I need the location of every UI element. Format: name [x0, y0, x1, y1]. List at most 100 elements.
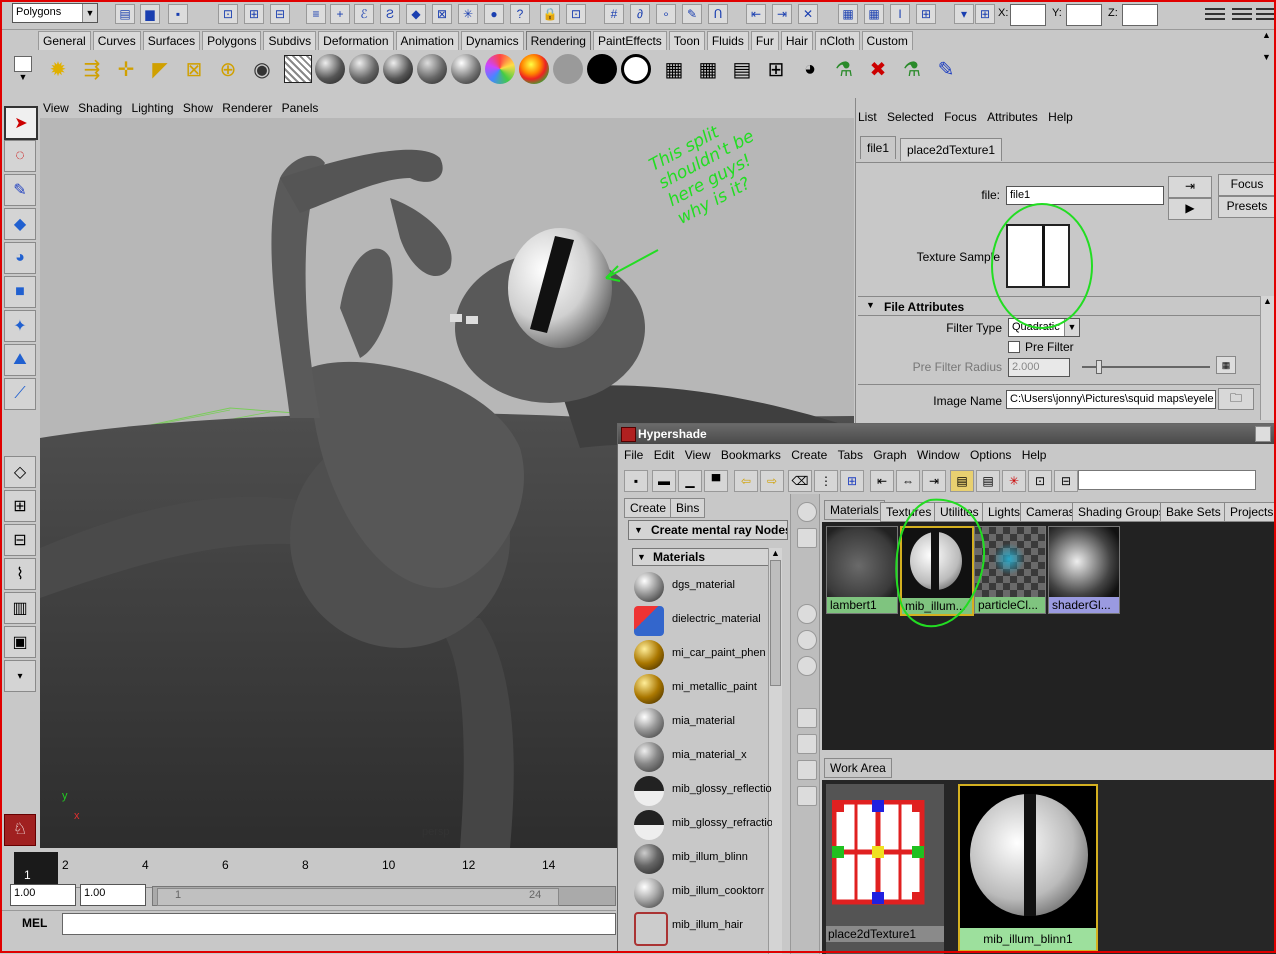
shelf-tab-painteffects[interactable]: PaintEffects	[592, 31, 667, 50]
z-field[interactable]	[1122, 4, 1158, 26]
show-manipulator-icon[interactable]: ⟋	[4, 378, 36, 410]
layout-outliner-icon[interactable]: ▥	[4, 592, 36, 624]
shelf-tab-polygons[interactable]: Polygons	[202, 31, 262, 50]
construction-history-icon[interactable]: ✕	[798, 4, 818, 24]
list-item[interactable]: dielectric_material	[632, 604, 776, 638]
select-highlight-icon[interactable]: ⊡	[566, 4, 586, 24]
blinn-shader-icon[interactable]	[348, 53, 380, 85]
layout-top-icon[interactable]: ▬	[652, 470, 676, 492]
lock-icon[interactable]: 🔒	[540, 4, 560, 24]
point-light-icon[interactable]: ✛	[110, 53, 142, 85]
hs-tab-shading-groups[interactable]: Shading Groups	[1072, 502, 1171, 522]
render-settings-icon[interactable]: ⊞	[916, 4, 936, 24]
flask-green-icon[interactable]: ⚗	[896, 53, 928, 85]
soft-modification-icon[interactable]: ⛰	[4, 344, 36, 376]
paint-brush-icon[interactable]: ✎	[930, 53, 962, 85]
ae-menu-attributes[interactable]: Attributes	[987, 110, 1038, 124]
frame-selected-icon[interactable]: ⊟	[1054, 470, 1078, 492]
ae-menu-help[interactable]: Help	[1048, 110, 1073, 124]
tool-settings-toggle-icon[interactable]	[1256, 5, 1276, 23]
layout-four-icon[interactable]: ⊞	[4, 490, 36, 522]
viewport-menu-show[interactable]: Show	[183, 98, 213, 118]
hs-tab-create[interactable]: Create	[624, 498, 673, 518]
clear-graph-icon[interactable]: ✳	[1002, 470, 1026, 492]
folder-icon[interactable]: 🗀	[1218, 388, 1254, 410]
pre-filter-checkbox[interactable]	[1008, 341, 1020, 353]
ambient-light-icon[interactable]: ✹	[42, 53, 74, 85]
list-item[interactable]: mib_glossy_reflection	[632, 774, 776, 808]
use-background-icon[interactable]	[620, 53, 652, 85]
shelf-tab-fur[interactable]: Fur	[750, 31, 779, 50]
node-icon[interactable]	[797, 656, 817, 676]
hs-menu-window[interactable]: Window	[917, 448, 960, 462]
render-current-shelf-icon[interactable]: ▦	[692, 53, 724, 85]
ramp-shader-icon[interactable]	[484, 53, 516, 85]
ae-menu-selected[interactable]: Selected	[887, 110, 934, 124]
volume-light-icon[interactable]: ⊕	[212, 53, 244, 85]
viewport-menu-view[interactable]: View	[43, 98, 69, 118]
directional-light-icon[interactable]: ⇶	[76, 53, 108, 85]
range-slider[interactable]: 1 24	[152, 886, 616, 906]
anisotropic-shader-icon[interactable]	[450, 53, 482, 85]
time-ruler[interactable]: 1 2 4 6 8 10 12 14	[14, 852, 614, 888]
graph-network-icon[interactable]: ⊞	[840, 470, 864, 492]
node-icon[interactable]	[797, 760, 817, 780]
slider-handle[interactable]	[1096, 360, 1102, 374]
hs-menu-file[interactable]: File	[624, 448, 643, 462]
lambert-shader-icon[interactable]	[314, 53, 346, 85]
swatch-shaderglow[interactable]: shaderGl...	[1048, 526, 1120, 614]
hs-menu-create[interactable]: Create	[791, 448, 827, 462]
tab-view-icon[interactable]: ▤	[950, 470, 974, 492]
list-item[interactable]: mia_material_x	[632, 740, 776, 774]
input-connections-icon[interactable]: ⇤	[870, 470, 894, 492]
list-item[interactable]: mi_metallic_paint	[632, 672, 776, 706]
list-item[interactable]: mib_illum_cooktorr	[632, 876, 776, 910]
place2dtexture-node[interactable]: place2dTexture1	[826, 784, 944, 954]
shelf-tab-subdivs[interactable]: Subdivs	[263, 31, 317, 50]
select-component-icon[interactable]: ⊟	[270, 4, 290, 24]
surface-shader-icon[interactable]	[586, 53, 618, 85]
scale-tool-icon[interactable]: ■	[4, 276, 36, 308]
surface-icon[interactable]: ◆	[406, 4, 426, 24]
shelf-tab-dynamics[interactable]: Dynamics	[460, 31, 524, 50]
input-connection-icon[interactable]: ⇥	[1168, 176, 1212, 198]
hs-menu-bookmarks[interactable]: Bookmarks	[721, 448, 781, 462]
menu-set-dropdown[interactable]: Polygons ▼	[12, 3, 98, 23]
channel-box-toggle-icon[interactable]	[1232, 5, 1252, 23]
select-object-icon[interactable]: ⊞	[244, 4, 264, 24]
ae-scrollbar[interactable]: ▲	[1260, 296, 1274, 420]
create-nodes-dropdown[interactable]: ▼ Create mental ray Nodes	[628, 520, 788, 540]
viewport-menu-lighting[interactable]: Lighting	[132, 98, 174, 118]
absolute-transform-icon[interactable]: ⊞	[975, 4, 995, 24]
shelf-tab-deformation[interactable]: Deformation	[318, 31, 394, 50]
ae-tab-file1[interactable]: file1	[860, 136, 897, 159]
layout-graph-icon[interactable]: ⌇	[4, 558, 36, 590]
layout-menu-icon[interactable]: ▾	[4, 660, 36, 692]
window-button-icon[interactable]	[1255, 426, 1271, 442]
dynamics-icon[interactable]: ✳	[458, 4, 478, 24]
hs-menu-view[interactable]: View	[685, 448, 711, 462]
render-view-icon[interactable]: ▦	[838, 4, 858, 24]
hs-menu-graph[interactable]: Graph	[873, 448, 906, 462]
hs-tab-materials[interactable]: Materials	[824, 500, 885, 520]
hypershade-search-field[interactable]	[1078, 470, 1256, 490]
shelf-tab-general[interactable]: General	[38, 31, 91, 50]
rearrange-icon[interactable]: ⋮	[814, 470, 838, 492]
output-ops-icon[interactable]: ⇥	[772, 4, 792, 24]
hs-menu-help[interactable]: Help	[1022, 448, 1047, 462]
list-item[interactable]: mib_illum_blinn	[632, 842, 776, 876]
tab-list-icon[interactable]: ▤	[976, 470, 1000, 492]
ae-tab-place2dtexture1[interactable]: place2dTexture1	[900, 138, 1003, 161]
list-item[interactable]: mia_material	[632, 706, 776, 740]
list-item[interactable]: mib_glossy_refraction	[632, 808, 776, 842]
snap-curve-icon[interactable]: ∂	[630, 4, 650, 24]
node-icon[interactable]	[797, 708, 817, 728]
joint-icon[interactable]: ℰ	[354, 4, 374, 24]
shelf-tab-custom[interactable]: Custom	[861, 31, 913, 50]
shelf-scroll[interactable]: ▲ ▼	[1262, 30, 1276, 90]
list-item[interactable]: mib_illum_hair	[632, 910, 776, 946]
hs-tab-bins[interactable]: Bins	[670, 498, 706, 518]
output-connections-icon[interactable]: ⇥	[922, 470, 946, 492]
select-tool-icon[interactable]: ➤	[4, 106, 38, 140]
help-icon[interactable]: ?	[510, 4, 530, 24]
